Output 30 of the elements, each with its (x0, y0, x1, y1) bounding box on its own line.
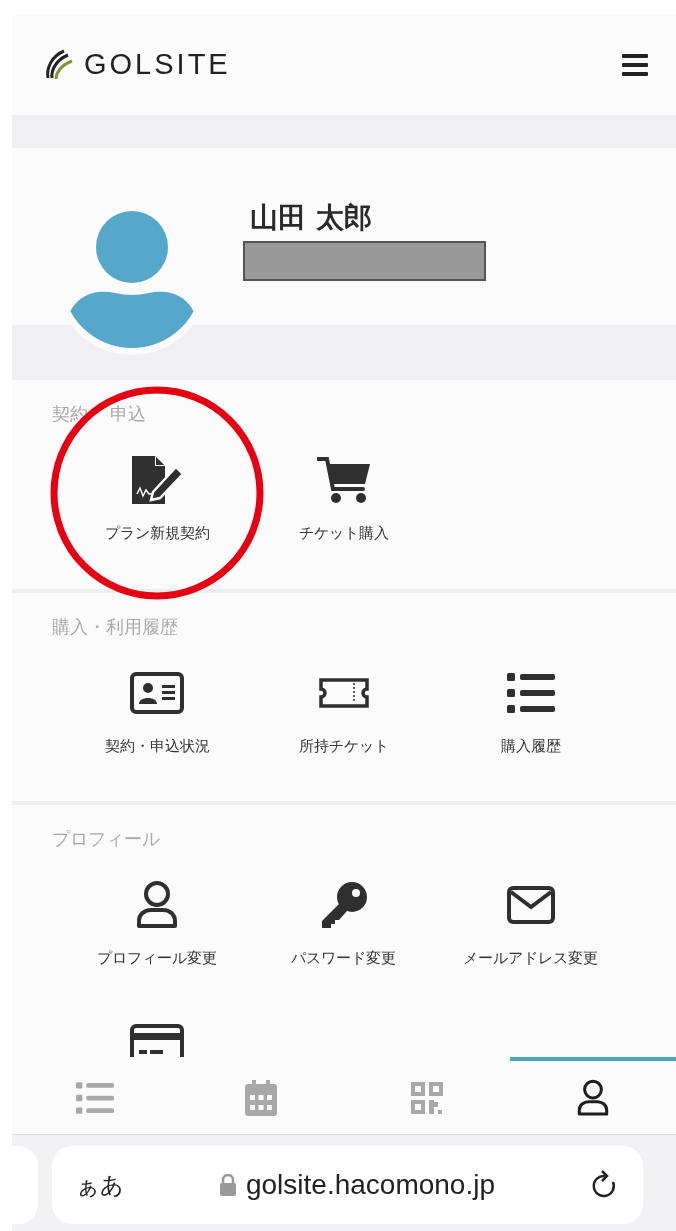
menu-item[interactable]: メールアドレス変更 (437, 877, 624, 970)
menu-item[interactable]: プラン新規契約 (64, 452, 251, 545)
calendar-icon (245, 1079, 277, 1116)
url-text: golsite.hacomono.jp (245, 1168, 495, 1202)
id-card-icon (130, 671, 185, 714)
menu-item[interactable]: チケット購入 (250, 452, 438, 545)
address-bar[interactable]: ぁあ golsite.hacomono.jp (52, 1146, 643, 1224)
qr-code-icon (411, 1081, 443, 1114)
logo-text[interactable]: GOLSITE (84, 43, 231, 87)
menu-item[interactable]: プロフィール変更 (64, 877, 251, 970)
section-title: プロフィール (52, 827, 160, 851)
ticket-icon (319, 677, 369, 708)
section-title: 申込 (110, 402, 146, 426)
menu-item[interactable]: パスワード変更 (250, 877, 438, 970)
key-icon (320, 881, 368, 929)
envelope-icon (506, 886, 555, 924)
menu-item[interactable]: 契約・申込状況 (64, 664, 251, 757)
list-icon (506, 672, 555, 713)
menu-item[interactable]: 所持チケット (250, 664, 438, 757)
credit-card-icon (130, 1023, 185, 1057)
cart-icon (317, 456, 371, 504)
lock-icon (219, 1174, 236, 1196)
menu-item[interactable]: 購入履歴 (437, 664, 624, 757)
user-icon (577, 1078, 609, 1117)
list-icon (76, 1081, 114, 1114)
user-name: 山田 太郎 (250, 200, 373, 236)
user-icon (136, 881, 179, 929)
section-title: 購入・利用履歴 (52, 614, 178, 639)
text-size-button[interactable]: ぁあ (76, 1167, 124, 1203)
menu-icon[interactable] (622, 54, 648, 76)
